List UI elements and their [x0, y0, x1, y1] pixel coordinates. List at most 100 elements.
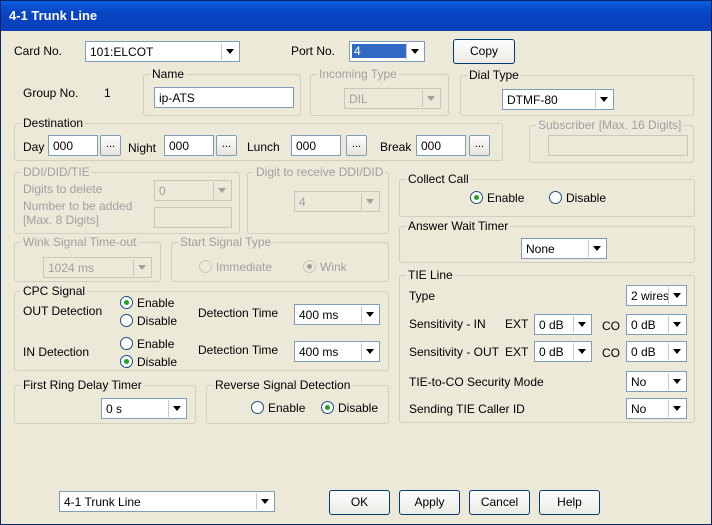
sensitivity-out-co-select[interactable]: 0 dB — [626, 341, 687, 362]
in-detection-time-label: Detection Time — [198, 343, 279, 357]
start-wink-label: Wink — [320, 260, 347, 274]
name-input[interactable]: ip-ATS — [154, 87, 294, 108]
break-browse-button[interactable]: ... — [469, 135, 490, 156]
chevron-down-icon[interactable] — [168, 400, 185, 417]
digits-delete-value: 0 — [159, 184, 166, 198]
card-value: 101:ELCOT — [90, 45, 154, 59]
in-enable-label[interactable]: Enable — [137, 337, 174, 351]
chevron-down-icon[interactable] — [361, 306, 378, 323]
chevron-down-icon[interactable] — [573, 316, 590, 333]
tie-security-select[interactable]: No — [626, 371, 687, 392]
port-select[interactable]: 4 — [349, 41, 425, 62]
lunch-label: Lunch — [247, 140, 280, 154]
tie-type-label: Type — [409, 289, 436, 303]
sensitivity-in-co-select[interactable]: 0 dB — [626, 314, 687, 335]
night-input[interactable]: 000 — [164, 135, 214, 156]
in-detection-label: IN Detection — [23, 345, 90, 359]
lunch-input[interactable]: 000 — [291, 135, 341, 156]
chevron-down-icon[interactable] — [256, 493, 273, 510]
night-value: 000 — [169, 139, 190, 153]
day-label: Day — [23, 140, 45, 154]
answer-wait-value: None — [526, 242, 555, 256]
wink-timeout-select: 1024 ms — [43, 257, 152, 278]
collect-enable-label[interactable]: Enable — [487, 191, 524, 205]
sensitivity-in-co-label: CO — [602, 319, 620, 333]
reverse-disable-radio[interactable] — [321, 401, 334, 414]
answer-wait-select[interactable]: None — [521, 238, 607, 259]
cpc-signal-legend: CPC Signal — [21, 284, 88, 298]
apply-button[interactable]: Apply — [399, 490, 460, 515]
lunch-value: 000 — [296, 139, 317, 153]
help-button[interactable]: Help — [539, 490, 600, 515]
sensitivity-in-co-value: 0 dB — [631, 318, 656, 332]
break-input[interactable]: 000 — [416, 135, 466, 156]
reverse-enable-radio[interactable] — [251, 401, 264, 414]
collect-enable-radio[interactable] — [470, 191, 483, 204]
in-disable-radio[interactable] — [120, 355, 133, 368]
chevron-down-icon[interactable] — [668, 343, 685, 360]
tie-line-legend: TIE Line — [406, 268, 455, 282]
subscriber-legend: Subscriber [Max. 16 Digits] — [536, 118, 684, 132]
chevron-down-icon[interactable] — [668, 373, 685, 390]
out-disable-label[interactable]: Disable — [137, 314, 177, 328]
out-enable-label[interactable]: Enable — [137, 296, 174, 310]
sensitivity-out-label: Sensitivity - OUT — [409, 345, 500, 359]
copy-button[interactable]: Copy — [453, 39, 515, 64]
day-input[interactable]: 000 — [48, 135, 98, 156]
out-disable-radio[interactable] — [120, 314, 133, 327]
collect-disable-radio[interactable] — [549, 191, 562, 204]
answer-wait-legend: Answer Wait Timer — [406, 219, 511, 233]
number-added-label: Number to be added — [23, 199, 133, 213]
chevron-down-icon[interactable] — [588, 240, 605, 257]
first-ring-select[interactable]: 0 s — [101, 398, 187, 419]
tie-type-select[interactable]: 2 wires — [626, 285, 687, 306]
night-browse-button[interactable]: ... — [216, 135, 237, 156]
start-immediate-radio — [199, 260, 212, 273]
dial-type-legend: Dial Type — [467, 68, 521, 82]
dial-type-select[interactable]: DTMF-80 — [502, 89, 614, 110]
incoming-type-select[interactable]: DIL — [344, 88, 441, 109]
out-detection-time-select[interactable]: 400 ms — [294, 304, 380, 325]
window-title: 4-1 Trunk Line — [1, 1, 711, 31]
reverse-enable-label[interactable]: Enable — [268, 401, 305, 415]
tie-callerid-select[interactable]: No — [626, 398, 687, 419]
chevron-down-icon[interactable] — [668, 400, 685, 417]
reverse-signal-legend: Reverse Signal Detection — [213, 378, 353, 392]
out-enable-radio[interactable] — [120, 296, 133, 309]
chevron-down-icon[interactable] — [573, 343, 590, 360]
in-disable-label[interactable]: Disable — [137, 355, 177, 369]
break-value: 000 — [421, 139, 442, 153]
sensitivity-in-ext-select[interactable]: 0 dB — [534, 314, 592, 335]
chevron-down-icon[interactable] — [361, 343, 378, 360]
cancel-button[interactable]: Cancel — [469, 490, 530, 515]
digit-receive-legend: Digit to receive DDI/DID — [254, 165, 386, 179]
max-digits-label: [Max. 8 Digits] — [23, 213, 100, 227]
collect-call-legend: Collect Call — [406, 172, 471, 186]
chevron-down-icon[interactable] — [221, 43, 238, 60]
collect-disable-label[interactable]: Disable — [566, 191, 606, 205]
first-ring-legend: First Ring Delay Timer — [21, 378, 144, 392]
day-browse-button[interactable]: ... — [100, 135, 121, 156]
day-value: 000 — [53, 139, 74, 153]
collect-call-group: Collect Call — [399, 172, 695, 217]
sensitivity-out-ext-select[interactable]: 0 dB — [534, 341, 592, 362]
card-select[interactable]: 101:ELCOT — [85, 41, 240, 62]
out-detection-time-label: Detection Time — [198, 306, 279, 320]
tie-callerid-value: No — [631, 402, 647, 416]
in-detection-time-select[interactable]: 400 ms — [294, 341, 380, 362]
in-enable-radio[interactable] — [120, 337, 133, 350]
ok-button[interactable]: OK — [329, 490, 390, 515]
tie-type-value: 2 wires — [631, 289, 670, 303]
navigation-select[interactable]: 4-1 Trunk Line — [59, 491, 275, 512]
reverse-disable-label[interactable]: Disable — [338, 401, 378, 415]
chevron-down-icon[interactable] — [668, 316, 685, 333]
lunch-browse-button[interactable]: ... — [346, 135, 367, 156]
break-label: Break — [380, 140, 412, 154]
sensitivity-in-ext-label: EXT — [505, 317, 529, 331]
chevron-down-icon[interactable] — [406, 43, 423, 60]
chevron-down-icon[interactable] — [668, 287, 685, 304]
start-signal-legend: Start Signal Type — [178, 235, 274, 249]
navigation-value: 4-1 Trunk Line — [64, 495, 141, 509]
out-detection-label: OUT Detection — [23, 304, 103, 318]
chevron-down-icon[interactable] — [595, 91, 612, 108]
